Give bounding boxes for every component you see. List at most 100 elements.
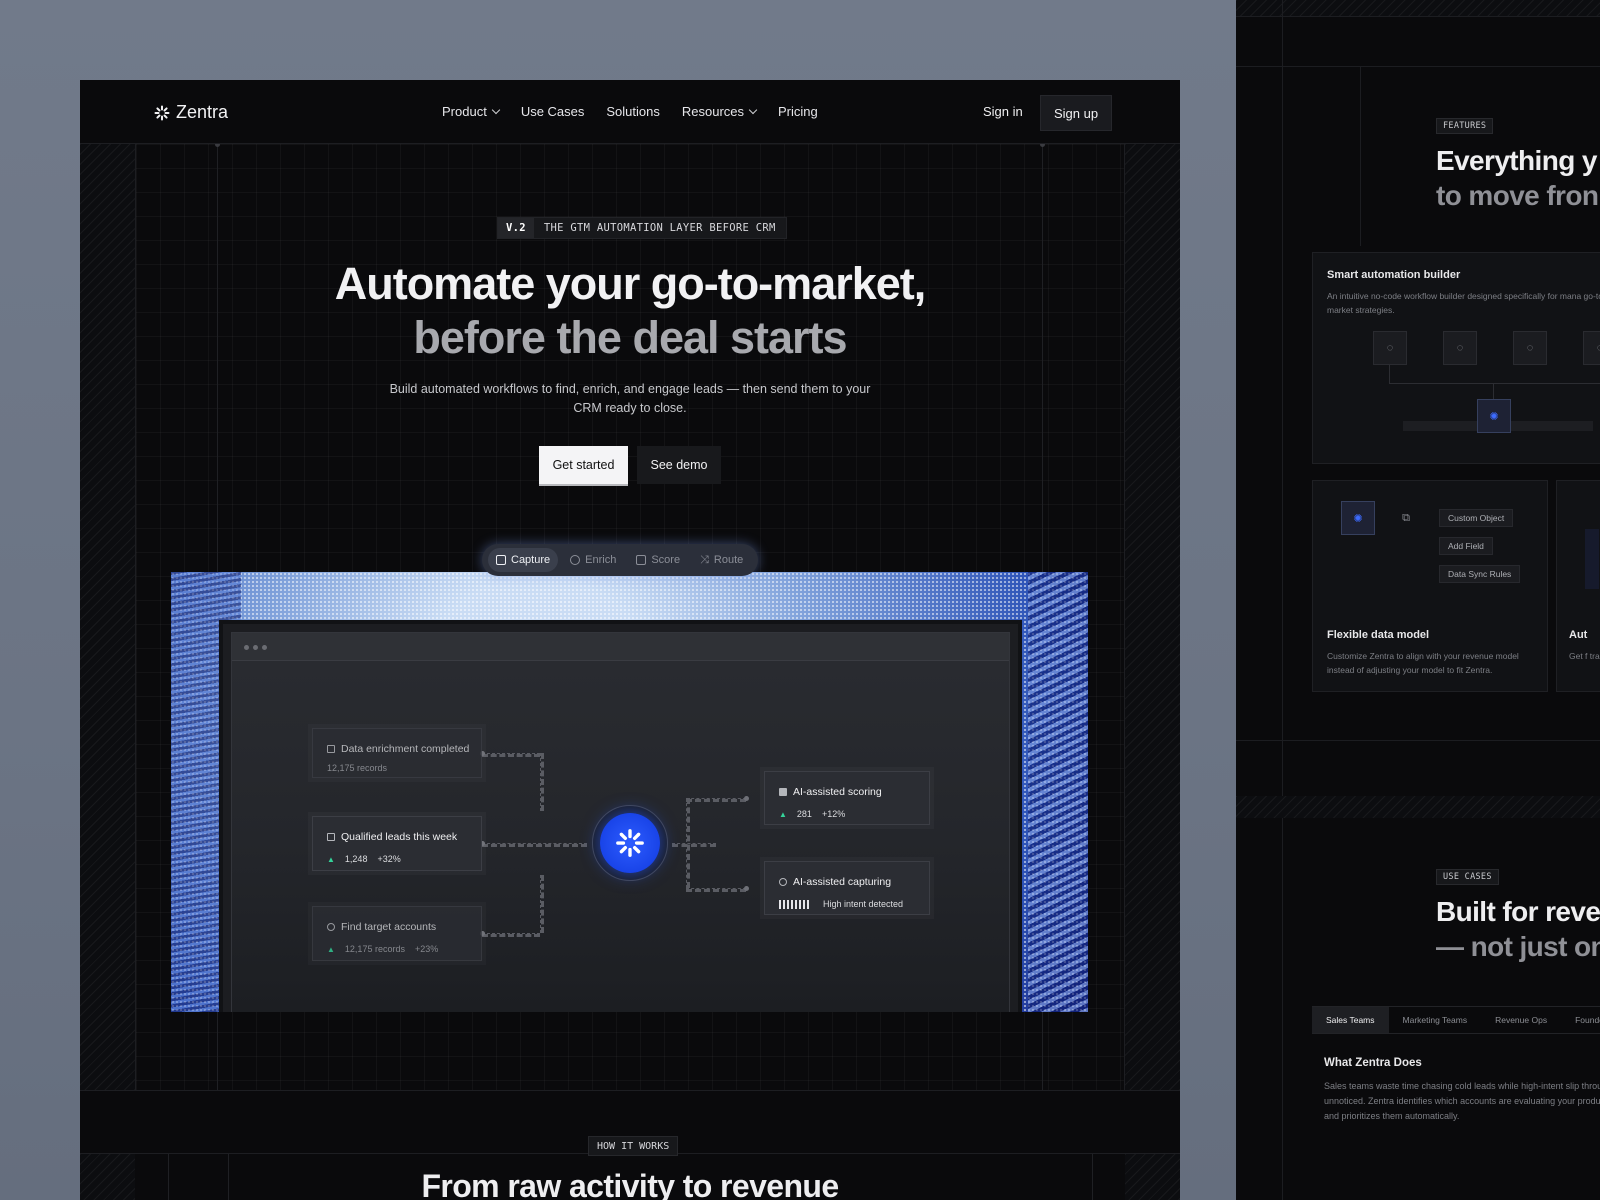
ai-scoring-card[interactable]: AI-assisted scoring ▲ 281 +12% [764,771,930,825]
landing-page-frame: Zentra Product Use Cases Solutions Resou… [80,80,1180,1200]
use-cases-badge: USE CASES [1436,869,1499,885]
capture-icon [496,555,506,565]
connector [540,875,544,933]
chart-icon [636,555,647,565]
flexible-data-title: Flexible data model [1327,629,1430,641]
user-icon [327,923,335,931]
builder-link [1493,383,1494,399]
target-accounts-card[interactable]: Find target accounts ▲ 12,175 records +23% [312,906,482,961]
guide-line [1236,740,1600,741]
product-preview: Data enrichment completed 12,175 records… [171,572,1088,1012]
how-it-works-badge: HOW IT WORKS [588,1136,679,1156]
automation-title: Aut [1569,629,1588,641]
smart-builder-desc: An intuitive no-code workflow builder de… [1327,291,1600,315]
enrichment-card[interactable]: Data enrichment completed 12,175 records [312,728,482,778]
sign-in-link[interactable]: Sign in [983,104,1023,119]
version-badge-text: THE GTM AUTOMATION LAYER BEFORE CRM [543,222,776,234]
chip-data-sync-rules: Data Sync Rules [1439,565,1521,583]
tab-enrich-label: Enrich [585,554,617,566]
features-title-line-2: to move fron [1436,180,1599,211]
guide-line [1360,66,1361,246]
target-title: Find target accounts [341,921,437,933]
app-canvas: Data enrichment completed 12,175 records… [231,632,1010,1012]
tab-route[interactable]: ⤨ Route [692,548,751,572]
tab-enrich[interactable]: Enrich [562,548,624,572]
features-badge: FEATURES [1436,118,1494,134]
enrichment-meta: 12,175 records [327,763,388,773]
see-demo-button[interactable]: See demo [637,446,721,484]
zentra-node-icon: ✺ [1341,501,1375,535]
translate-icon: ⧉ [1402,511,1410,524]
smart-builder-card[interactable]: Smart automation builder An intuitive no… [1312,252,1600,464]
chevron-down-icon [748,105,758,115]
guide-line [1236,16,1600,17]
capturing-status: High intent detected [823,899,904,909]
use-cases-title-line-2: — not just on [1436,931,1600,962]
window-dot [244,645,249,650]
qualified-value: 1,248 [344,854,368,864]
nav-product[interactable]: Product [442,104,501,119]
brand-logo[interactable]: Zentra [154,102,228,123]
workflow-step-tabs: Capture Enrich Score ⤨ Route [482,544,758,576]
connector [672,843,716,847]
nav-product-label: Product [442,104,487,119]
nav-solutions[interactable]: Solutions [606,104,659,119]
tab-sales-teams[interactable]: Sales Teams [1312,1007,1389,1033]
connector-dot [744,796,749,801]
qualified-leads-card[interactable]: Qualified leads this week ▲ 1,248 +32% [312,816,482,871]
connector [686,798,690,888]
automation-visual [1585,529,1599,589]
sign-up-button[interactable]: Sign up [1040,95,1112,131]
how-it-works-title: From raw activity to revenue [421,1168,839,1200]
hero-subtitle: Build automated workflows to find, enric… [389,382,871,415]
zentra-hub-node[interactable] [592,805,668,881]
window-dot [262,645,267,650]
chat-icon: ◌ [1443,331,1477,365]
ai-capturing-card[interactable]: AI-assisted capturing High intent detect… [764,861,930,915]
tab-route-label: Route [713,554,744,566]
tab-revenue-ops[interactable]: Revenue Ops [1481,1007,1561,1033]
features-title-line-1: Everything y [1436,145,1597,176]
connector [686,798,746,802]
tab-marketing-teams[interactable]: Marketing Teams [1389,1007,1482,1033]
chat-icon: ◌ [1373,331,1407,365]
nav-resources[interactable]: Resources [682,104,758,119]
tab-capture[interactable]: Capture [488,548,559,572]
app-window: Data enrichment completed 12,175 records… [219,620,1022,1012]
scoring-title: AI-assisted scoring [793,786,882,798]
connector [482,933,540,937]
chip-add-field: Add Field [1439,537,1493,555]
get-started-button[interactable]: Get started [539,446,628,484]
scoring-delta: +12% [821,809,846,819]
builder-link [1389,365,1390,383]
zentra-logo-icon [616,829,644,857]
qualified-title: Qualified leads this week [341,831,458,843]
connector-dot [744,886,749,891]
nav-use-cases[interactable]: Use Cases [521,104,585,119]
shuffle-icon: ⤨ [700,553,709,566]
tab-score[interactable]: Score [628,548,688,572]
trend-up-icon: ▲ [779,809,787,819]
scoring-value: 281 [796,809,812,819]
guide-line [1282,0,1283,1200]
tab-score-label: Score [651,554,681,566]
globe-icon [570,555,581,565]
flexible-data-card[interactable]: ✺ ⧉ Custom Object Add Field Data Sync Ru… [1312,480,1548,692]
connector [482,753,540,757]
app-titlebar [232,633,1009,661]
hatched-band [1236,796,1600,818]
automation-card[interactable]: Aut Get f trans [1556,480,1600,692]
flexible-data-desc: Customize Zentra to align with your reve… [1327,651,1519,675]
chat-icon: ◌ [1513,331,1547,365]
window-dot [253,645,258,650]
nav-pricing[interactable]: Pricing [778,104,818,119]
aperture-icon [779,878,787,886]
what-zentra-does-title: What Zentra Does [1324,1057,1422,1069]
hero-title-line-2: before the deal starts [413,312,847,363]
version-badge: V.2 THE GTM AUTOMATION LAYER BEFORE CRM [497,217,787,239]
top-navigation: Zentra Product Use Cases Solutions Resou… [80,80,1180,144]
smart-builder-title: Smart automation builder [1327,269,1461,281]
tab-founder[interactable]: Founder [1561,1007,1600,1033]
database-icon [327,745,335,753]
guide-line [1236,66,1600,67]
